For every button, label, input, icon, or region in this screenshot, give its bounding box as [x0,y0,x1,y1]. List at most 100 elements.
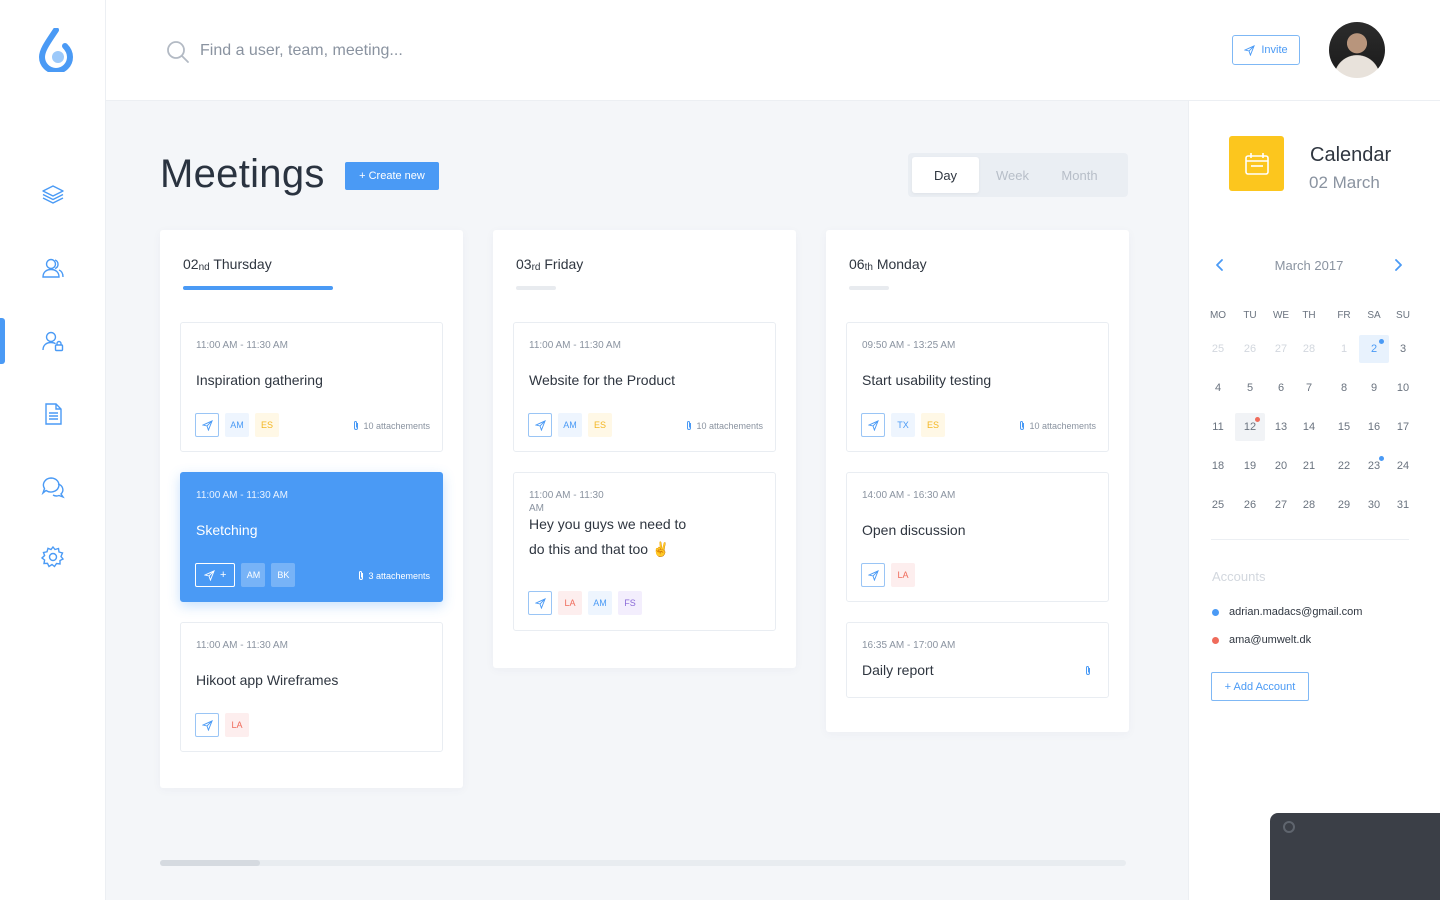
attachments-link[interactable]: 3 attachements [357,570,430,581]
calendar-day-number: 16 [1367,421,1381,433]
meeting-card[interactable]: 09:50 AM - 13:25 AM Start usability test… [846,322,1109,452]
meeting-card-selected[interactable]: 11:00 AM - 11:30 AM Sketching + AM BK 3 … [180,472,443,602]
attendee-tag[interactable]: AM [225,413,249,437]
calendar-day[interactable]: 25 [1203,491,1233,519]
meeting-time: 11:00 AM - 11:30 AM [196,340,288,351]
calendar-day[interactable]: 4 [1203,374,1233,402]
share-button[interactable] [528,413,552,437]
horizontal-scrollbar-track[interactable] [160,860,1126,866]
calendar-day[interactable]: 26 [1235,335,1265,363]
account-item[interactable]: ama@umwelt.dk [1212,634,1311,646]
meeting-card[interactable]: 11:00 AM - 11:30 AM Website for the Prod… [513,322,776,452]
calendar-day[interactable]: 9 [1359,374,1389,402]
meeting-card[interactable]: 11:00 AM - 11:30 AM Hey you guys we need… [513,472,776,631]
attendee-tag[interactable]: LA [891,563,915,587]
calendar-day[interactable]: 31 [1388,491,1418,519]
nav-item-user-lock[interactable] [0,318,106,364]
calendar-day[interactable]: 7 [1294,374,1324,402]
calendar-day[interactable]: 22 [1329,452,1359,480]
meeting-card[interactable]: 11:00 AM - 11:30 AM Inspiration gatherin… [180,322,443,452]
next-month-icon[interactable] [1390,257,1406,273]
invite-button[interactable]: Invite [1232,35,1300,65]
calendar-day[interactable]: 27 [1266,491,1296,519]
calendar-day[interactable]: 28 [1294,335,1324,363]
attendee-tag[interactable]: ES [588,413,612,437]
calendar-day[interactable]: 15 [1329,413,1359,441]
share-button[interactable] [861,563,885,587]
calendar-day[interactable]: 27 [1266,335,1296,363]
calendar-day[interactable]: 26 [1235,491,1265,519]
calendar-day[interactable]: 17 [1388,413,1418,441]
calendar-day[interactable]: 13 [1266,413,1296,441]
nav-item-chat[interactable] [0,464,106,510]
attendee-tag[interactable]: ES [921,413,945,437]
calendar-day[interactable]: 29 [1329,491,1359,519]
attendee-tag[interactable]: TX [891,413,915,437]
calendar-day-number: 20 [1274,460,1288,472]
calendar-day[interactable]: 30 [1359,491,1389,519]
calendar-day[interactable]: 21 [1294,452,1324,480]
calendar-day[interactable]: 11 [1203,413,1233,441]
calendar-day[interactable]: 28 [1294,491,1324,519]
calendar-day[interactable]: 5 [1235,374,1265,402]
meeting-card[interactable]: 16:35 AM - 17:00 AM Daily report [846,622,1109,698]
attendee-tag[interactable]: LA [558,591,582,615]
nav-item-layers[interactable] [0,171,106,217]
meeting-title: Start usability testing [862,372,992,388]
nav-item-users[interactable] [0,245,106,291]
calendar-day[interactable]: 6 [1266,374,1296,402]
calendar-day[interactable]: 2 [1359,335,1389,363]
add-account-button[interactable]: + Add Account [1211,672,1309,701]
share-add-button[interactable]: + [195,563,236,587]
calendar-day[interactable]: 18 [1203,452,1233,480]
attachments-link[interactable]: 10 attachements [1018,420,1096,431]
calendar-day[interactable]: 20 [1266,452,1296,480]
calendar-day[interactable]: 24 [1388,452,1418,480]
search-input[interactable] [200,34,700,68]
calendar-day[interactable]: 1 [1329,335,1359,363]
meeting-card[interactable]: 14:00 AM - 16:30 AM Open discussion LA [846,472,1109,602]
create-new-button[interactable]: + Create new [345,162,439,190]
calendar-day[interactable]: 8 [1329,374,1359,402]
calendar-day-number: 27 [1274,343,1288,355]
attachments-count: 10 attachements [363,420,430,431]
nav-item-documents[interactable] [0,391,106,437]
meeting-card[interactable]: 11:00 AM - 11:30 AM Hikoot app Wireframe… [180,622,443,752]
account-item[interactable]: adrian.madacs@gmail.com [1212,606,1362,618]
event-dot [1379,456,1384,461]
user-avatar[interactable] [1329,22,1385,78]
calendar-day[interactable]: 23 [1359,452,1389,480]
share-button[interactable] [195,413,219,437]
view-option-month[interactable]: Month [1046,157,1113,193]
share-button[interactable] [861,413,885,437]
nav-item-settings[interactable] [0,534,106,580]
meeting-time: 11:00 AM - 11:30 AM [196,490,288,501]
calendar-day[interactable]: 25 [1203,335,1233,363]
attachments-link[interactable]: 10 attachements [685,420,763,431]
attachments-link[interactable]: 10 attachements [352,420,430,431]
share-button[interactable] [195,713,219,737]
day-weekday: Thursday [213,256,272,272]
attendee-tag[interactable]: BK [271,563,296,587]
calendar-day[interactable]: 14 [1294,413,1324,441]
attendee-tag[interactable]: AM [241,563,266,587]
share-button[interactable] [528,591,552,615]
send-icon [534,597,546,609]
calendar-day[interactable]: 3 [1388,335,1418,363]
attendee-tag[interactable]: LA [225,713,249,737]
calendar-day[interactable]: 19 [1235,452,1265,480]
attendee-tag[interactable]: AM [558,413,582,437]
calendar-day[interactable]: 16 [1359,413,1389,441]
attendee-tag[interactable]: FS [618,591,642,615]
meeting-time-line: 11:00 AM - 11:30 [529,490,604,501]
horizontal-scrollbar-thumb[interactable] [160,860,260,866]
attendee-tag[interactable]: ES [255,413,279,437]
view-option-day[interactable]: Day [912,157,979,193]
meeting-title: Hikoot app Wireframes [196,672,339,688]
view-option-week[interactable]: Week [979,157,1046,193]
app-logo[interactable] [38,27,74,74]
calendar-day[interactable]: 12 [1235,413,1265,441]
attachments-link[interactable] [1084,665,1092,676]
attendee-tag[interactable]: AM [588,591,612,615]
calendar-day[interactable]: 10 [1388,374,1418,402]
